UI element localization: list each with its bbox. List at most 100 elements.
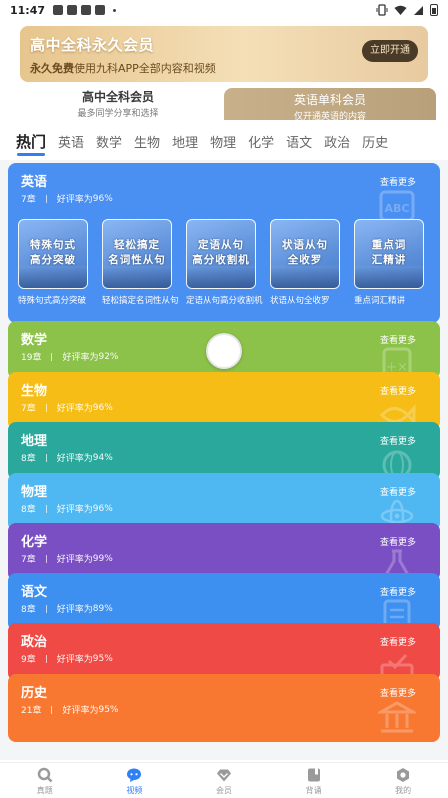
- rating-value: 99%: [92, 553, 113, 564]
- subject-card-history[interactable]: 历史 21章 好评率为 95% 查看更多: [8, 674, 440, 742]
- subject-name: 生物: [21, 384, 48, 399]
- tab-english[interactable]: 英语: [58, 132, 84, 151]
- tab-desc: 仅开通英语的内容: [293, 112, 366, 122]
- member-tabs: 高中全科会员 最多同学分享和选择 英语单科会员 仅开通英语的内容: [12, 82, 436, 122]
- view-more-link[interactable]: 查看更多: [380, 585, 416, 598]
- nav-item-video[interactable]: 视频: [90, 763, 180, 798]
- video-item[interactable]: 状语从句 全收罗 状语从句全收罗: [270, 219, 340, 307]
- video-thumbnail[interactable]: 状语从句 全收罗: [270, 219, 340, 289]
- video-thumbnail[interactable]: 重点词 汇精讲: [354, 219, 424, 289]
- nav-item-exam[interactable]: 真题: [0, 763, 90, 798]
- nav-label: 真题: [36, 786, 53, 795]
- open-membership-button[interactable]: 立即开通: [362, 40, 418, 62]
- video-list: 特殊句式 高分突破 特殊句式高分突破 轻松搞定 名词性从句 轻松搞定名词性从句 …: [18, 219, 438, 323]
- profile-icon: [397, 768, 410, 782]
- more-notifications-icon: [113, 8, 117, 12]
- rating-prefix: 好评率为: [62, 353, 99, 363]
- chapter-count: 8章: [21, 605, 36, 615]
- thumbnail-caption: 轻松搞定 名词性从句: [108, 239, 166, 266]
- video-title: 状语从句全收罗: [270, 296, 330, 306]
- rating-value: 89%: [92, 603, 113, 614]
- chapter-count: 8章: [21, 505, 36, 515]
- abc-book-icon: ABC: [379, 190, 415, 222]
- subject-name: 政治: [21, 635, 48, 650]
- subject-name: 历史: [21, 686, 48, 701]
- tab-title: 高中全科会员: [81, 90, 154, 104]
- video-thumbnail[interactable]: 定语从句 高分收割机: [186, 219, 256, 289]
- tab-physics[interactable]: 物理: [210, 132, 236, 151]
- subject-name: 地理: [21, 434, 48, 449]
- rating-value: 95%: [98, 704, 119, 715]
- chapter-count: 7章: [21, 555, 36, 565]
- video-item[interactable]: 重点词 汇精讲 重点词汇精讲: [354, 219, 424, 307]
- subject-card-list: 英语 7章 好评率为 96% 查看更多 ABC 特殊句式 高分突破 特殊句式高分突破…: [0, 160, 448, 760]
- nav-label: 背诵: [305, 786, 322, 795]
- video-thumbnail[interactable]: 轻松搞定 名词性从句: [102, 219, 172, 289]
- membership-banner[interactable]: 高中全科永久会员 永久免费使用九科APP全部内容和视频 立即开通: [20, 26, 428, 82]
- view-more-link[interactable]: 查看更多: [380, 434, 416, 447]
- tab-math[interactable]: 数学: [96, 132, 122, 151]
- chapter-count: 21章: [21, 706, 42, 716]
- view-more-link[interactable]: 查看更多: [380, 485, 416, 498]
- subject-card-politics[interactable]: 政治 9章 好评率为 95% 查看更多: [8, 623, 440, 681]
- video-title: 轻松搞定名词性从句: [102, 296, 179, 306]
- tab-chinese[interactable]: 语文: [286, 132, 312, 151]
- tab-geography[interactable]: 地理: [172, 132, 198, 151]
- view-more-link[interactable]: 查看更多: [380, 635, 416, 648]
- rating-prefix: 好评率为: [56, 555, 93, 565]
- video-item[interactable]: 特殊句式 高分突破 特殊句式高分突破: [18, 219, 88, 307]
- nav-label: 我的: [395, 786, 412, 795]
- thumbnail-caption: 状语从句 全收罗: [282, 239, 328, 266]
- subject-card-english[interactable]: 英语 7章 好评率为 96% 查看更多 ABC 特殊句式 高分突破 特殊句式高分突破…: [8, 163, 440, 323]
- rating-value: 96%: [92, 402, 113, 413]
- subject-card-geography[interactable]: 地理 8章 好评率为 94% 查看更多: [8, 422, 440, 480]
- subject-meta: 7章 好评率为 96%: [21, 192, 113, 206]
- subject-name: 数学: [21, 333, 48, 348]
- nav-item-member[interactable]: 会员: [179, 763, 269, 798]
- nav-item-recite[interactable]: 背诵: [269, 763, 359, 798]
- video-thumbnail[interactable]: 特殊句式 高分突破: [18, 219, 88, 289]
- view-more-link[interactable]: 查看更多: [380, 333, 416, 346]
- notification-icon: [95, 5, 106, 15]
- notification-icon: [67, 5, 78, 15]
- diamond-icon: [216, 769, 231, 782]
- tab-politics[interactable]: 政治: [324, 132, 350, 151]
- thumbnail-caption: 特殊句式 高分突破: [30, 239, 76, 266]
- rating-prefix: 好评率为: [56, 454, 93, 464]
- subject-name: 语文: [21, 585, 48, 600]
- banner-subtitle-highlight: 永久免费: [30, 62, 74, 75]
- video-item[interactable]: 轻松搞定 名词性从句 轻松搞定名词性从句: [102, 219, 179, 307]
- tab-english-member[interactable]: 英语单科会员 仅开通英语的内容: [224, 88, 436, 122]
- nav-item-profile[interactable]: 我的: [358, 763, 448, 798]
- tab-all-subjects-member[interactable]: 高中全科会员 最多同学分享和选择: [12, 82, 224, 120]
- notification-icon: [53, 5, 64, 15]
- chapter-count: 7章: [21, 195, 36, 205]
- tab-biology[interactable]: 生物: [134, 132, 160, 151]
- banner-subtitle: 永久免费使用九科APP全部内容和视频: [30, 60, 216, 76]
- chapter-count: 8章: [21, 454, 36, 464]
- book-icon: [307, 768, 320, 782]
- tab-history[interactable]: 历史: [362, 132, 388, 151]
- view-more-link[interactable]: 查看更多: [380, 686, 416, 699]
- thumbnail-caption: 重点词 汇精讲: [371, 239, 407, 266]
- floating-touch-button[interactable]: [206, 333, 242, 369]
- rating-value: 92%: [98, 351, 119, 362]
- rating-prefix: 好评率为: [56, 195, 93, 205]
- status-time: 11:47: [10, 3, 46, 17]
- tab-desc: 最多同学分享和选择: [77, 109, 159, 119]
- view-more-link[interactable]: 查看更多: [380, 535, 416, 548]
- video-title: 重点词汇精讲: [354, 296, 406, 306]
- vibrate-icon: [376, 4, 388, 16]
- rating-prefix: 好评率为: [56, 655, 93, 665]
- view-more-link[interactable]: 查看更多: [380, 175, 416, 188]
- view-more-link[interactable]: 查看更多: [380, 384, 416, 397]
- video-item[interactable]: 定语从句 高分收割机 定语从句高分收割机: [186, 219, 263, 307]
- search-icon: [37, 767, 53, 783]
- tab-chemistry[interactable]: 化学: [248, 132, 274, 151]
- subject-meta: 19章 好评率为 92%: [21, 350, 119, 364]
- nav-label: 会员: [215, 786, 232, 795]
- video-title: 特殊句式高分突破: [18, 296, 87, 306]
- tab-hot[interactable]: 热门: [16, 131, 46, 156]
- temple-icon: [378, 701, 416, 733]
- wifi-icon: [394, 5, 407, 15]
